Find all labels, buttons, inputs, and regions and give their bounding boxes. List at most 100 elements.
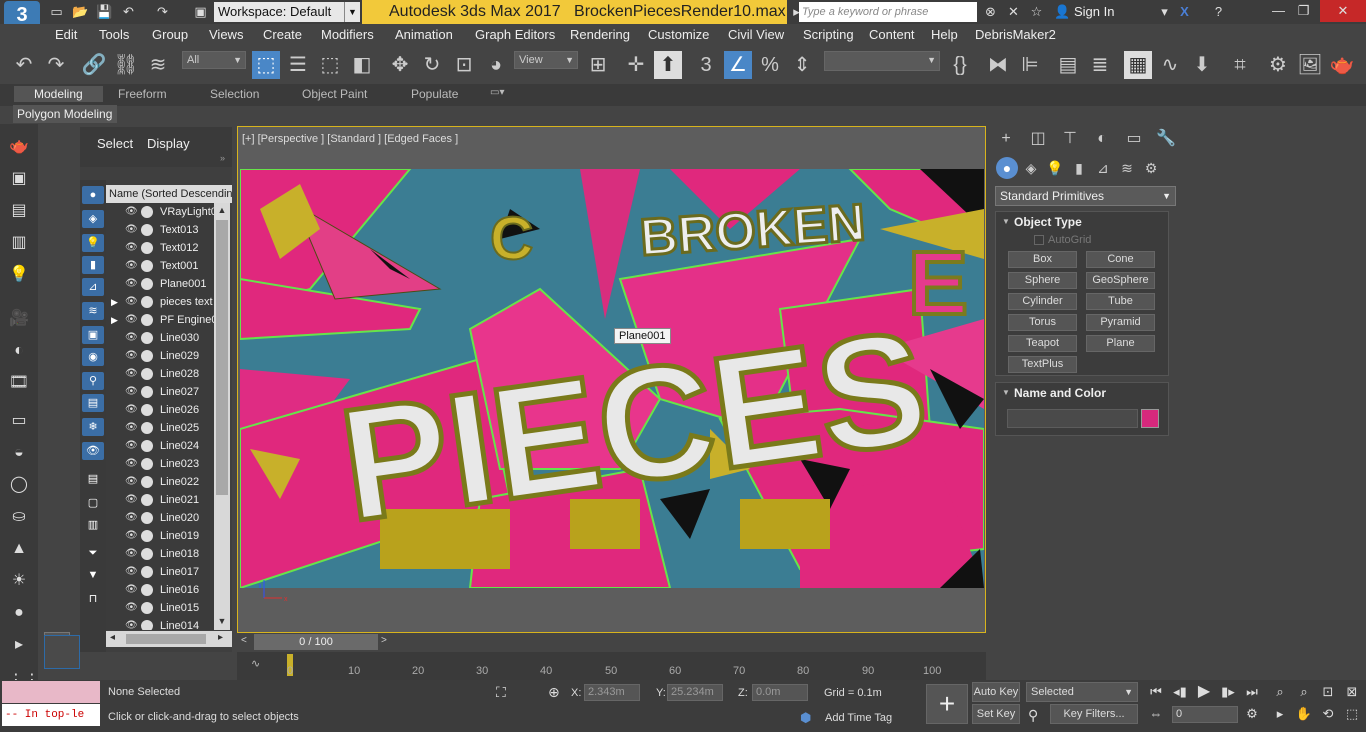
percent-snap-icon[interactable]: % — [756, 51, 784, 79]
shapes-icon[interactable]: ◈ — [1020, 157, 1042, 179]
visibility-eye-icon[interactable]: 👁 — [125, 563, 138, 581]
key-filter-icon[interactable]: ⚲ — [1028, 707, 1038, 724]
menu-help[interactable]: Help — [931, 27, 958, 42]
tab-freeform[interactable]: Freeform — [118, 87, 167, 101]
list-item[interactable]: 👁 Line024 — [106, 437, 214, 455]
object-name-input[interactable] — [1007, 409, 1138, 428]
rotate-icon[interactable]: ↻ — [418, 51, 446, 79]
schematic-view-icon[interactable]: ⬇ — [1188, 51, 1216, 79]
list-item[interactable]: 👁 Line026 — [106, 401, 214, 419]
scroll-left-icon[interactable]: ◂ — [110, 632, 115, 643]
prev-frame-icon[interactable]: < — [241, 635, 247, 646]
mirror-icon[interactable]: ⧓ — [984, 51, 1012, 79]
display-groups-icon[interactable]: ▣ — [82, 326, 104, 344]
maxscript-listener-top[interactable] — [2, 681, 100, 703]
camera-icon[interactable]: 🎥 — [8, 308, 30, 330]
filter-icon[interactable]: ▼ — [82, 566, 104, 584]
help-icon[interactable]: ? — [1210, 3, 1227, 20]
visibility-eye-icon[interactable]: 👁 — [125, 509, 138, 527]
cone-icon[interactable]: ▲ — [8, 538, 30, 560]
teapot-icon[interactable]: 🫖 — [8, 136, 30, 158]
previous-frame-icon[interactable]: ◂▮ — [1170, 682, 1190, 702]
list-hscrollbar[interactable]: ◂ ▸ — [106, 631, 232, 647]
favorites-star-icon[interactable]: ☆ — [1028, 3, 1045, 20]
isolate-selection-icon[interactable]: ⛶ — [496, 684, 506, 701]
render-frame-icon[interactable]: ▣ — [8, 168, 30, 190]
maximize-viewport-icon[interactable]: ⬚ — [1342, 704, 1362, 724]
spinner-snap-icon[interactable]: ⇕ — [788, 51, 816, 79]
visibility-eye-icon[interactable]: 👁 — [125, 365, 138, 383]
next-frame-icon[interactable]: > — [381, 635, 387, 646]
list-item[interactable]: 👁 Text001 — [106, 257, 214, 275]
helper-icon[interactable]: ◐ — [8, 340, 30, 362]
spacewarps-icon[interactable]: ≋ — [1116, 157, 1138, 179]
list-item[interactable]: 👁 Line016 — [106, 581, 214, 599]
display-bones-icon[interactable]: ⚲ — [82, 372, 104, 390]
z-coordinate-field[interactable]: 0.0m — [752, 684, 808, 701]
visibility-eye-icon[interactable]: 👁 — [125, 617, 138, 630]
zoom-extents-icon[interactable]: ⊡ — [1318, 682, 1338, 702]
sphere-button[interactable]: Sphere — [1008, 272, 1077, 289]
redo-icon[interactable]: ↷ — [154, 3, 171, 20]
named-selection-dropdown[interactable]: ▼ — [824, 51, 940, 71]
textplus-button[interactable]: TextPlus — [1008, 356, 1077, 373]
angle-snap-icon[interactable]: ∠ — [724, 51, 752, 79]
bind-space-warp-icon[interactable]: ≋ — [144, 51, 172, 79]
move-icon[interactable]: ✥ — [386, 51, 414, 79]
menu-scripting[interactable]: Scripting — [803, 27, 854, 42]
redo-icon[interactable]: ↷ — [42, 51, 70, 79]
menu-tools[interactable]: Tools — [99, 27, 129, 42]
list-item[interactable]: 👁 Line018 — [106, 545, 214, 563]
time-tag-icon[interactable]: ⬢ — [800, 710, 811, 726]
hierarchy-tab-icon[interactable]: ⊤ — [1056, 127, 1084, 151]
geosphere-button[interactable]: GeoSphere — [1086, 272, 1155, 289]
menu-group[interactable]: Group — [152, 27, 188, 42]
create-tab-icon[interactable]: + — [992, 127, 1020, 151]
list-item[interactable]: 👁 Line017 — [106, 563, 214, 581]
menu-edit[interactable]: Edit — [55, 27, 77, 42]
motion-tab-icon[interactable]: ◐ — [1088, 127, 1116, 151]
list-item[interactable]: 👁 Line027 — [106, 383, 214, 401]
modify-tab-icon[interactable]: ◫ — [1024, 127, 1052, 151]
auto-key-button[interactable]: Auto Key — [972, 682, 1020, 702]
signin-dropdown-icon[interactable]: ▾ — [1156, 3, 1173, 20]
sign-in-link[interactable]: Sign In — [1074, 0, 1114, 24]
visibility-eye-icon[interactable]: 👁 — [125, 383, 138, 401]
basket-icon[interactable]: ⛀ — [8, 506, 30, 528]
visibility-eye-icon[interactable]: 👁 — [125, 329, 138, 347]
selection-filter-dropdown[interactable]: All ▼ — [182, 51, 246, 69]
list-item[interactable]: 👁 Line022 — [106, 473, 214, 491]
visibility-eye-icon[interactable]: 👁 — [125, 239, 138, 257]
current-frame-field[interactable]: 0 — [1172, 706, 1238, 723]
time-configuration-icon[interactable]: ⚙ — [1242, 704, 1262, 724]
menu-graph-editors[interactable]: Graph Editors — [475, 27, 555, 42]
object-type-header[interactable]: ▼ Object Type — [996, 212, 1168, 232]
list-item[interactable]: 👁 Line030 — [106, 329, 214, 347]
tab-populate[interactable]: Populate — [411, 87, 458, 101]
layer-explorer-icon[interactable]: ≣ — [1086, 51, 1114, 79]
new-file-icon[interactable]: ▭ — [48, 3, 65, 20]
layer-icon[interactable]: ⊓ — [82, 590, 104, 608]
film-camera-icon[interactable]: 🎞 — [8, 372, 30, 394]
scene-explorer-icon[interactable]: ▤ — [1054, 51, 1082, 79]
add-time-tag-label[interactable]: Add Time Tag — [825, 712, 892, 724]
menu-modifiers[interactable]: Modifiers — [321, 27, 374, 42]
select-manipulate-icon[interactable]: ✛ — [622, 51, 650, 79]
visibility-eye-icon[interactable]: 👁 — [125, 491, 138, 509]
menu-views[interactable]: Views — [209, 27, 243, 42]
viewport-layout-button[interactable] — [44, 635, 80, 669]
link-icon[interactable]: 🔗 — [80, 51, 108, 79]
open-file-icon[interactable]: 📂 — [72, 3, 89, 20]
torus-button[interactable]: Torus — [1008, 314, 1077, 331]
display-containers-icon[interactable]: ▤ — [82, 394, 104, 412]
track-bar-menu-icon[interactable]: ∿ — [251, 657, 260, 670]
undo-icon[interactable]: ↶ — [10, 51, 38, 79]
key-filters-button[interactable]: Key Filters... — [1050, 704, 1138, 724]
tube-button[interactable]: Tube — [1086, 293, 1155, 310]
visibility-eye-icon[interactable]: 👁 — [125, 293, 138, 311]
list-item[interactable]: ▶ 👁 PF Engine0 — [106, 311, 214, 329]
rectangular-selection-icon[interactable]: ⬚ — [316, 51, 344, 79]
display-spacewarps-icon[interactable]: ≋ — [82, 302, 104, 320]
menu-debrismaker[interactable]: DebrisMaker2 — [975, 27, 1056, 42]
display-cameras-icon[interactable]: ▮ — [82, 256, 104, 274]
